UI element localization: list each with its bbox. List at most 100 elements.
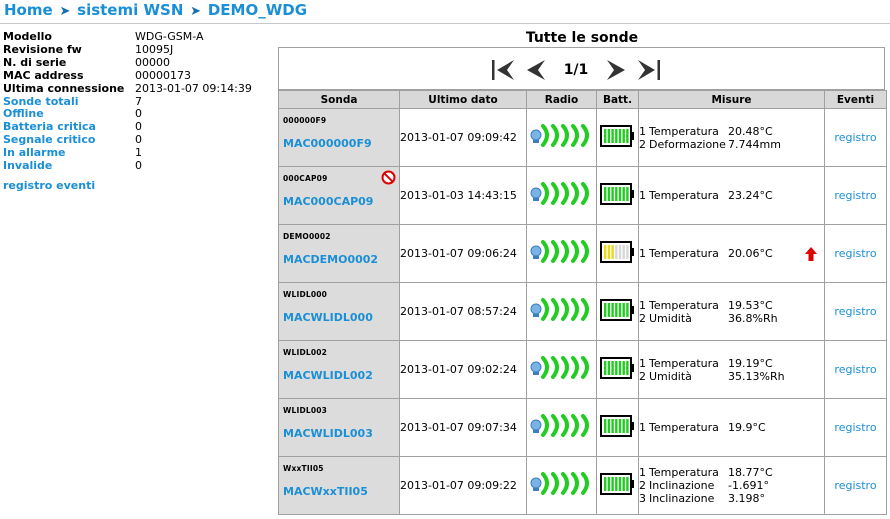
sonda-mac-link[interactable]: MAC000CAP09 [283,195,373,208]
ultimo-dato: 2013-01-07 09:02:24 [399,340,527,399]
prev-page-icon[interactable] [523,58,549,82]
sonda-id: WxxTII05 [283,464,324,473]
first-page-icon[interactable] [490,58,516,82]
col-header-eventi: Eventi [824,90,887,109]
info-label: N. di serie [3,55,67,69]
misura-index: 1 [639,298,646,312]
misure-cell: 1 Temperatura 20.06°C [638,224,825,283]
misura-row: 1 Temperatura 19.53°C [639,299,824,312]
pager: 1/1 [490,56,662,84]
sonda-id: WLIDL000 [283,290,328,299]
misura-index: 1 [639,421,646,434]
sonda-id: 000CAP09 [283,174,328,183]
misura-index: 1 [639,466,646,479]
col-header-radio: Radio [526,90,597,109]
registro-link[interactable]: registro [824,108,887,167]
misura-value: 20.06°C [728,247,773,260]
battery-icon [599,125,636,151]
misura-label: Temperatura [649,356,719,370]
radio-signal-icon [530,124,594,152]
misura-value: 19.19°C [728,356,773,370]
registro-eventi-link[interactable]: registro eventi [3,179,273,193]
info-label: MAC address [3,68,84,82]
misura-index: 2 [639,311,646,325]
battery-cell [596,224,639,283]
radio-cell [526,282,597,341]
misura-label: Deformazione [649,137,726,151]
sonda-id: WLIDL003 [283,406,328,415]
sonda-id: WLIDL002 [283,348,328,357]
gateway-info: Modello WDG-GSM-A Revisione fw 10095J N. di … [3,30,273,193]
breadcrumb-sistemi-wsn[interactable]: sistemi WSN [77,1,183,19]
sonda-cell: 000000F9 MAC000000F9 [278,108,400,167]
misure-cell: 1 Temperatura 23.24°C [638,166,825,225]
breadcrumb: Home ➤ sistemi WSN ➤ DEMO_WDG [4,1,307,21]
registro-link[interactable]: registro [824,224,887,283]
battery-icon [599,183,636,209]
info-value: 10095J [135,42,174,56]
battery-cell [596,282,639,341]
info-label[interactable]: Invalide [3,159,135,173]
breadcrumb-home[interactable]: Home [4,1,53,19]
misura-label: Temperatura [649,189,719,202]
table-row: 000CAP09 MAC000CAP09 2013-01-03 14:43:15 1 T… [278,166,887,225]
radio-signal-icon [530,472,594,500]
sonda-cell: WLIDL003 MACWLIDL003 [278,398,400,457]
sonda-mac-link[interactable]: MACWLIDL003 [283,427,373,440]
sonda-mac-link[interactable]: MACWxxTII05 [283,485,368,498]
misura-label: Inclinazione [649,492,715,505]
next-page-icon[interactable] [603,58,629,82]
last-page-icon[interactable] [636,58,662,82]
panel-title: Tutte le sonde [525,30,639,46]
ultimo-dato: 2013-01-07 09:09:42 [399,108,527,167]
misura-label: Temperatura [649,247,719,260]
misura-value: 3.198° [728,492,765,505]
info-label: Modello [3,30,52,43]
sonda-mac-link[interactable]: MACWLIDL002 [283,369,373,382]
registro-link[interactable]: registro [824,340,887,399]
col-header-sonda: Sonda [278,90,400,109]
info-value: 00000173 [135,68,191,82]
misura-index: 1 [639,247,646,260]
misura-value: 20.48°C [728,124,773,138]
battery-icon [599,415,636,441]
battery-icon [599,357,636,383]
registro-link[interactable]: registro [824,166,887,225]
info-value: 2013-01-07 09:14:39 [135,81,252,95]
sonda-mac-link[interactable]: MAC000000F9 [283,137,372,150]
registro-link[interactable]: registro [824,398,887,457]
ultimo-dato: 2013-01-07 08:57:24 [399,282,527,341]
table-row: WLIDL000 MACWLIDL000 2013-01-07 08:57:24 1 T… [278,282,887,341]
radio-cell [526,224,597,283]
sonda-cell: 000CAP09 MAC000CAP09 [278,166,400,225]
sonda-cell: WLIDL002 MACWLIDL002 [278,340,400,399]
battery-cell [596,108,639,167]
misura-index: 2 [639,137,646,151]
info-row: Ultima connessione 2013-01-07 09:14:39 [3,81,273,96]
col-header-ultimo-dato: Ultimo dato [399,90,527,109]
sonda-id: DEMO0002 [283,232,331,241]
misura-row: 1 Temperatura 20.48°C [639,125,824,138]
battery-cell [596,398,639,457]
sonda-cell: WxxTII05 MACWxxTII05 [278,456,400,515]
sonda-mac-link[interactable]: MACDEMO0002 [283,253,378,266]
info-row: Revisione fw 10095J [3,42,273,57]
misura-row: 1 Temperatura 19.9°C [639,421,824,434]
breadcrumb-demo-wdg[interactable]: DEMO_WDG [208,1,307,19]
table-row: 000000F9 MAC000000F9 2013-01-07 09:09:42 1 T… [278,108,887,167]
misura-row: 1 Temperatura 18.77°C [639,466,824,479]
misura-label: Umidità [649,311,692,325]
misura-value: 19.9°C [728,421,766,434]
misura-index: 1 [639,356,646,370]
radio-cell [526,398,597,457]
registro-link[interactable]: registro [824,456,887,515]
registro-link[interactable]: registro [824,282,887,341]
sonda-mac-link[interactable]: MACWLIDL000 [283,311,373,324]
ultimo-dato: 2013-01-07 09:09:22 [399,456,527,515]
misura-label: Umidità [649,369,692,383]
battery-icon [599,241,636,267]
table-row: DEMO0002 MACDEMO0002 2013-01-07 09:06:24 1 T… [278,224,887,283]
radio-cell [526,108,597,167]
info-row: MAC address 00000173 [3,68,273,83]
ultimo-dato: 2013-01-03 14:43:15 [399,166,527,225]
